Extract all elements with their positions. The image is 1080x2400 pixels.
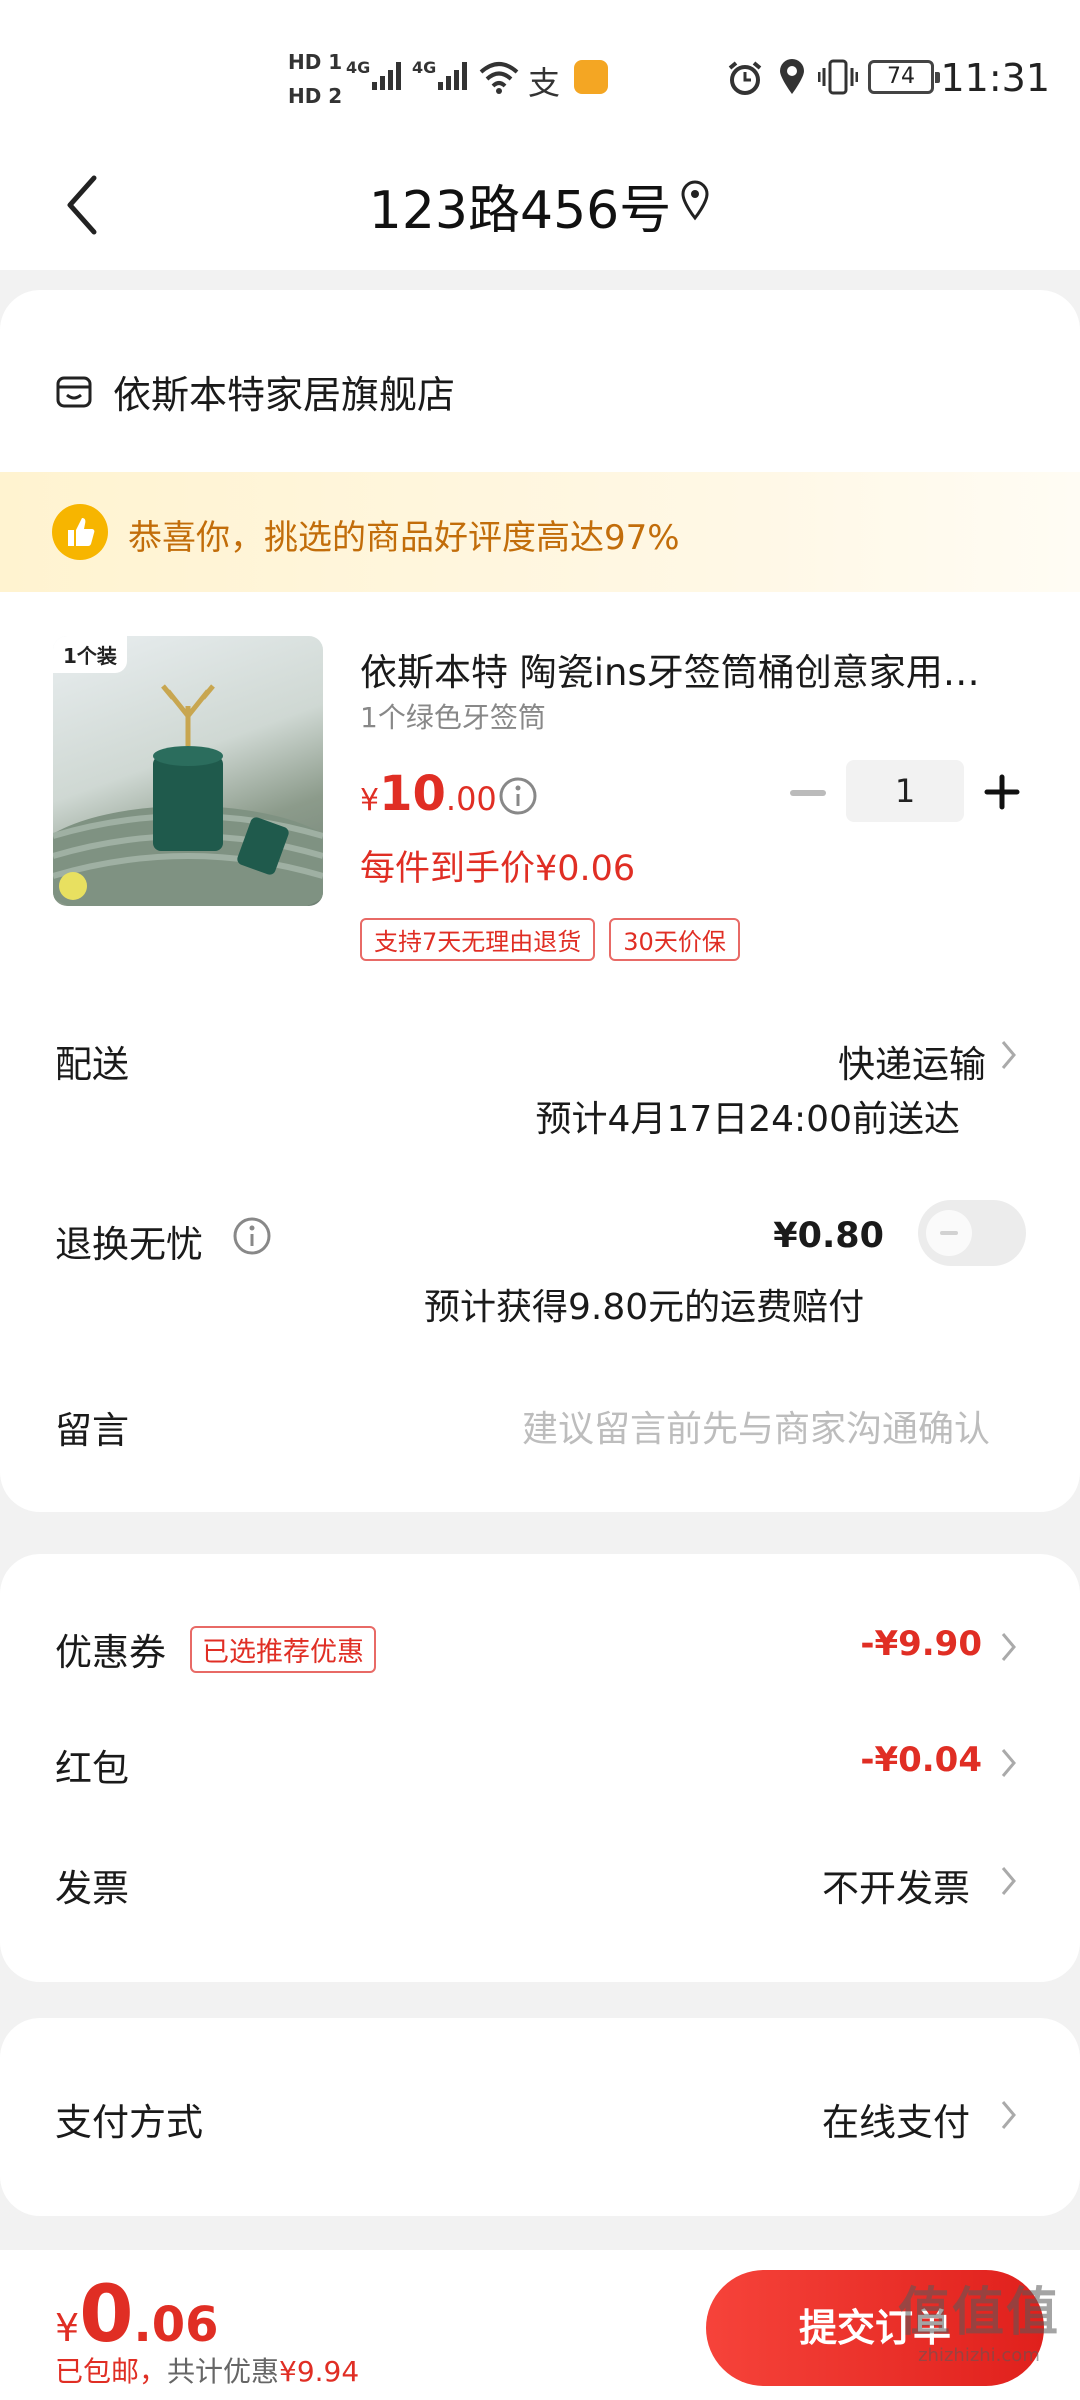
return-insurance-label: 退换无忧 <box>55 1223 203 1266</box>
total-symbol: ¥ <box>55 2306 80 2350</box>
payment-label: 支付方式 <box>55 2101 203 2144</box>
discount-total: ¥9.94 <box>279 2355 360 2388</box>
order-card: 依斯本特家居旗舰店 恭喜你，挑选的商品好评度高达97% 1个装 依斯本特 陶瓷i… <box>0 290 1080 1512</box>
shipping-note: 已包邮， <box>55 2355 168 2388</box>
product-price: ¥ 10 .00 <box>360 766 497 822</box>
rating-banner-text: 恭喜你，挑选的商品好评度高达97% <box>128 518 680 558</box>
quantity-increase-button[interactable] <box>984 774 1020 810</box>
message-label: 留言 <box>55 1409 129 1452</box>
store-icon <box>56 376 92 407</box>
watermark: 值值值 zhizhizhi.com <box>898 2270 1060 2366</box>
signal-2-icon <box>438 62 467 90</box>
total-integer: 0 <box>79 2270 134 2360</box>
price-protect-tag: 30天价保 <box>609 918 740 961</box>
discount-card: 优惠券 已选推荐优惠 -¥9.90 红包 -¥0.04 发票 不开发票 <box>0 1554 1080 1982</box>
store-name: 依斯本特家居旗舰店 <box>113 373 456 417</box>
return-policy-tag: 支持7天无理由退货 <box>360 918 596 961</box>
redpacket-value[interactable]: -¥0.04 <box>860 1740 982 1780</box>
location-icon[interactable] <box>678 178 712 222</box>
rating-banner: 恭喜你，挑选的商品好评度高达97% <box>0 472 1080 592</box>
total-price: ¥ 0 .06 <box>55 2270 219 2360</box>
delivery-method[interactable]: 快递运输 <box>838 1034 986 1088</box>
payment-card: 支付方式 在线支付 <box>0 2018 1080 2216</box>
price-decimal: .00 <box>445 780 497 818</box>
coupon-label: 优惠券 <box>55 1631 166 1674</box>
vibrate-icon <box>818 59 858 95</box>
watermark-url: zhizhizhi.com <box>918 2345 1040 2366</box>
thumbs-up-icon <box>52 504 108 560</box>
coupon-badge: 已选推荐优惠 <box>190 1626 376 1673</box>
invoice-label: 发票 <box>55 1867 129 1910</box>
price-integer: 10 <box>379 766 446 822</box>
delivery-chevron-icon[interactable] <box>1000 1038 1018 1072</box>
status-time: 11:31 <box>940 56 1050 100</box>
return-info-icon[interactable] <box>232 1216 272 1256</box>
payment-value[interactable]: 在线支付 <box>822 2092 970 2146</box>
coupon-chevron-icon[interactable] <box>1000 1630 1018 1664</box>
coupon-value[interactable]: -¥9.90 <box>860 1624 982 1664</box>
location-status-icon <box>780 59 804 94</box>
product-spec[interactable]: 1个绿色牙签筒 <box>360 696 546 736</box>
watermark-logo: 值值值 <box>897 2283 1060 2343</box>
store-row[interactable]: 依斯本特家居旗舰店 <box>55 364 455 419</box>
battery-icon: 74 <box>868 60 940 94</box>
price-symbol: ¥ <box>360 783 380 818</box>
sim2-label: HD 2 <box>288 84 343 108</box>
alipay-icon: 支 <box>528 64 561 102</box>
delivery-label: 配送 <box>55 1043 129 1086</box>
return-insurance-price: ¥0.80 <box>773 1216 884 1256</box>
unit-price: 每件到手价¥0.06 <box>360 849 636 889</box>
total-note: 已包邮，共计优惠¥9.94 <box>55 2350 359 2390</box>
service-tags: 支持7天无理由退货 30天价保 <box>360 918 740 961</box>
address-title[interactable]: 123路456号 <box>0 168 1080 243</box>
page-header: 123路456号 <box>0 140 1080 270</box>
price-info-icon[interactable] <box>498 776 538 816</box>
pack-tag: 1个装 <box>53 636 127 673</box>
network-type-1: 4G <box>346 58 371 77</box>
quantity-decrease-button[interactable] <box>790 790 826 796</box>
redpacket-label: 红包 <box>55 1747 129 1790</box>
toggle-knob <box>926 1210 972 1256</box>
delivery-eta: 预计4月17日24:00前送达 <box>535 1099 960 1140</box>
return-insurance-note: 预计获得9.80元的运费赔付 <box>424 1287 865 1328</box>
quantity-input[interactable]: 1 <box>846 760 964 822</box>
product-title[interactable]: 依斯本特 陶瓷ins牙签筒桶创意家用… <box>360 642 1010 696</box>
redpacket-chevron-icon[interactable] <box>1000 1746 1018 1780</box>
network-type-2: 4G <box>412 58 437 77</box>
discount-note: 共计优惠 <box>167 2355 280 2388</box>
payment-chevron-icon[interactable] <box>1000 2098 1018 2132</box>
signal-1-icon <box>372 62 401 90</box>
app-notification-icon <box>574 60 608 94</box>
message-input[interactable]: 建议留言前先与商家沟通确认 <box>522 1400 990 1452</box>
return-insurance-toggle[interactable] <box>918 1200 1026 1266</box>
wifi-icon <box>479 62 519 94</box>
total-decimal: .06 <box>133 2297 219 2353</box>
status-bar: HD 1 HD 2 4G 4G 支 74 11:31 <box>0 0 1080 140</box>
invoice-value[interactable]: 不开发票 <box>822 1858 970 1912</box>
sim1-label: HD 1 <box>288 50 343 74</box>
product-image[interactable]: 1个装 <box>53 636 323 906</box>
alarm-icon <box>728 61 762 95</box>
invoice-chevron-icon[interactable] <box>1000 1864 1018 1898</box>
